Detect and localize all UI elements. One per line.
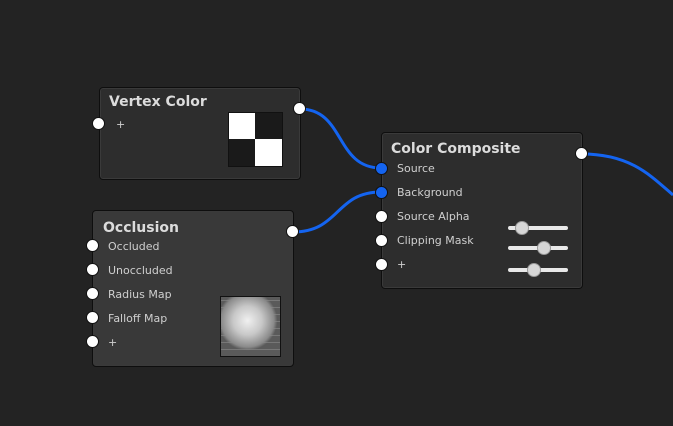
port-label: + xyxy=(397,258,407,271)
slider-3[interactable] xyxy=(508,263,568,277)
composite-input-source-port[interactable] xyxy=(375,162,388,175)
slider-knob[interactable] xyxy=(537,241,551,255)
wire-occlusion-to-background[interactable] xyxy=(292,190,382,234)
occlusion-input-unoccluded-port[interactable] xyxy=(86,263,99,276)
occlusion-sphere-thumbnail xyxy=(220,296,281,357)
port-label: Background xyxy=(397,186,463,199)
composite-input-source-alpha-port[interactable] xyxy=(375,210,388,223)
slider-knob[interactable] xyxy=(515,221,529,235)
vertex-color-input-plus-port[interactable] xyxy=(92,117,105,130)
slider-knob[interactable] xyxy=(527,263,541,277)
vertex-color-node[interactable]: Vertex Color xyxy=(99,87,301,180)
wire-composite-output[interactable] xyxy=(581,152,673,197)
composite-input-plus-port[interactable] xyxy=(375,258,388,271)
port-label: Falloff Map xyxy=(108,312,168,325)
node-title: Occlusion xyxy=(103,220,179,236)
slider-2[interactable] xyxy=(508,241,568,255)
vertex-color-output-port[interactable] xyxy=(293,102,306,115)
occlusion-output-port[interactable] xyxy=(286,225,299,238)
wire-vertex-to-source[interactable] xyxy=(299,107,382,170)
port-label: Source xyxy=(397,162,435,175)
occlusion-input-occluded-port[interactable] xyxy=(86,239,99,252)
slider-1[interactable] xyxy=(508,221,568,235)
composite-input-clipping-mask-port[interactable] xyxy=(375,234,388,247)
port-label: Unoccluded xyxy=(108,264,173,277)
occlusion-input-plus-port[interactable] xyxy=(86,335,99,348)
node-title: Color Composite xyxy=(391,141,521,157)
port-label: Clipping Mask xyxy=(397,234,474,247)
port-label: Source Alpha xyxy=(397,210,470,223)
occlusion-input-radius-map-port[interactable] xyxy=(86,287,99,300)
port-label: + xyxy=(116,118,126,131)
port-label: Occluded xyxy=(108,240,160,253)
node-title: Vertex Color xyxy=(109,94,207,110)
port-label: + xyxy=(108,336,118,349)
occlusion-input-falloff-map-port[interactable] xyxy=(86,311,99,324)
port-label: Radius Map xyxy=(108,288,172,301)
composite-input-background-port[interactable] xyxy=(375,186,388,199)
checker-thumbnail xyxy=(228,112,283,167)
composite-output-port[interactable] xyxy=(575,147,588,160)
